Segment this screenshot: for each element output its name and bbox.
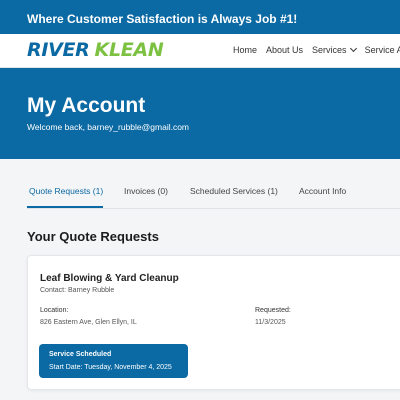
nav-service-area-link[interactable]: Service Are xyxy=(365,45,400,55)
welcome-message: Welcome back, barney_rubble@gmail.com xyxy=(27,122,190,132)
site-logo[interactable]: RIVER KLEAN xyxy=(27,39,164,61)
account-tabs: Quote Requests (1) Invoices (0) Schedule… xyxy=(27,186,400,208)
chevron-down-icon xyxy=(349,44,357,53)
requested-value: 11/3/2025 xyxy=(255,319,286,326)
location-label: Location: xyxy=(40,307,69,314)
nav-services-dropdown[interactable]: Services xyxy=(312,44,357,55)
quote-contact: Contact: Barney Rubble xyxy=(40,287,115,294)
status-title: Service Scheduled xyxy=(49,351,112,358)
tab-account-info[interactable]: Account Info xyxy=(299,186,346,208)
section-title: Your Quote Requests xyxy=(27,229,159,244)
nav-services-label: Services xyxy=(312,45,347,55)
status-badge: Service Scheduled Start Date: Tuesday, N… xyxy=(39,344,188,378)
location-value: 826 Eastern Ave, Glen Ellyn, IL xyxy=(40,319,137,326)
nav-home-link[interactable]: Home xyxy=(233,45,257,55)
announcement-bar: Where Customer Satisfaction is Always Jo… xyxy=(0,0,400,34)
tabs-divider xyxy=(27,208,400,209)
account-hero: My Account Welcome back, barney_rubble@g… xyxy=(0,68,400,159)
status-start-date: Start Date: Tuesday, November 4, 2025 xyxy=(49,364,172,371)
nav-about-link[interactable]: About Us xyxy=(266,45,303,55)
logo-part-river: RIVER xyxy=(27,39,90,61)
tab-scheduled-services[interactable]: Scheduled Services (1) xyxy=(190,186,278,208)
tab-invoices[interactable]: Invoices (0) xyxy=(124,186,168,208)
page-title: My Account xyxy=(27,94,146,117)
main-navbar: RIVER KLEAN Home About Us Services Servic… xyxy=(0,34,400,68)
logo-part-klean: KLEAN xyxy=(94,39,164,61)
quote-request-card: Leaf Blowing & Yard Cleanup Contact: Bar… xyxy=(27,255,400,390)
requested-label: Requested: xyxy=(255,307,291,314)
tab-quote-requests[interactable]: Quote Requests (1) xyxy=(27,186,103,208)
nav-menu: Home About Us Services Service Are xyxy=(233,44,400,55)
quote-title: Leaf Blowing & Yard Cleanup xyxy=(40,273,179,284)
